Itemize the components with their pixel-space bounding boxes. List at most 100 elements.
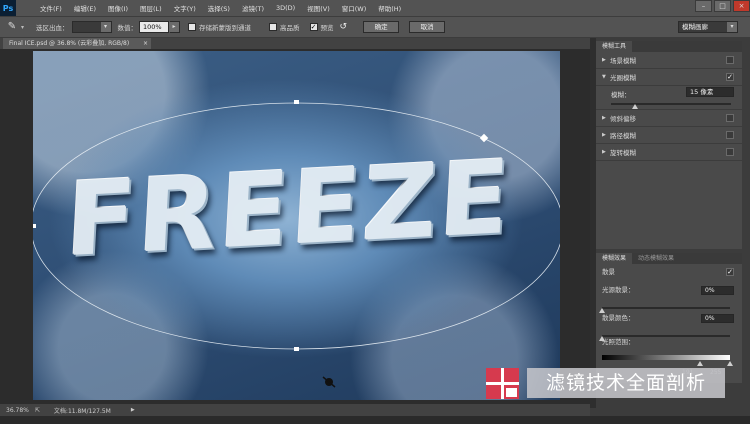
menu-help[interactable]: 帮助(H) — [372, 3, 407, 13]
workspace-select[interactable]: 模糊画廊 ▾ — [678, 21, 738, 33]
light-range-label: 光照范围： — [602, 338, 635, 346]
blur-tools-panel: 模糊工具 ▶ 场景模糊 ▼ 光圈模糊 ✓ 模糊： 15 像素 ▶ 倾斜偏移 ▶ … — [596, 41, 742, 249]
options-bar: ✎ ▾ 选区出血： ▾ 数值： 100% ▸ 存储新蒙版到通道 高品质 ✓ 预览… — [0, 16, 750, 37]
light-bokeh-slider[interactable] — [599, 307, 730, 313]
menu-layer[interactable]: 图层(L) — [134, 3, 168, 13]
maximize-button[interactable]: □ — [714, 0, 731, 12]
preview-label: 预览 — [320, 24, 334, 32]
menu-view[interactable]: 视图(V) — [301, 3, 336, 13]
expand-arrow-icon[interactable]: ▶ — [602, 132, 610, 138]
blur-item-label: 旋转模糊 — [610, 149, 636, 157]
menu-3d[interactable]: 3D(D) — [270, 4, 301, 12]
density-input[interactable]: 100% — [139, 21, 170, 33]
high-quality-checkbox[interactable] — [269, 23, 278, 31]
light-range-gradient[interactable] — [602, 355, 730, 360]
bokeh-color-row: 散景颜色： 0% — [596, 312, 742, 324]
watermark-logo-square — [506, 388, 517, 397]
blur-item-label: 场景模糊 — [610, 57, 636, 65]
blur-item-iris[interactable]: ▼ 光圈模糊 ✓ — [596, 69, 742, 86]
density-label: 数值： — [117, 24, 138, 32]
light-range-high-handle[interactable] — [727, 361, 733, 366]
cancel-button[interactable]: 取消 — [409, 21, 446, 33]
bokeh-label: 散景 — [602, 268, 615, 276]
menu-file[interactable]: 文件(F) — [34, 3, 68, 13]
light-bokeh-row: 光源散景： 0% — [596, 284, 742, 296]
iris-blur-overlay[interactable] — [33, 51, 560, 400]
export-icon[interactable]: ⇱ — [35, 407, 40, 414]
tab-motion-effects[interactable]: 动态模糊效果 — [632, 253, 681, 264]
status-menu-arrow-icon[interactable]: ▶ — [131, 407, 135, 413]
slider-handle[interactable] — [632, 104, 638, 109]
bokeh-color-input[interactable]: 0% — [701, 314, 734, 323]
blur-amount-label: 模糊： — [611, 91, 631, 99]
tilt-shift-checkbox[interactable] — [726, 114, 734, 122]
app-logo[interactable]: Ps — [0, 0, 16, 16]
blur-item-spin[interactable]: ▶ 旋转模糊 — [596, 144, 742, 161]
menu-type[interactable]: 文字(Y) — [168, 3, 202, 13]
field-blur-checkbox[interactable] — [726, 56, 734, 64]
effects-tabs: 模糊效果 动态模糊效果 — [596, 253, 742, 264]
menu-edit[interactable]: 编辑(E) — [68, 3, 102, 13]
expand-arrow-icon[interactable]: ▶ — [602, 149, 610, 155]
iris-handle-left[interactable] — [33, 224, 36, 228]
iris-blur-settings: 模糊： 15 像素 — [596, 86, 742, 110]
watermark-logo — [486, 368, 519, 399]
menu-window[interactable]: 窗口(W) — [336, 3, 373, 13]
blur-item-field[interactable]: ▶ 场景模糊 — [596, 52, 742, 69]
minimize-button[interactable]: – — [695, 0, 712, 12]
blur-item-label: 光圈模糊 — [610, 74, 636, 82]
preview-checkbox[interactable]: ✓ — [309, 23, 318, 31]
blur-item-label: 倾斜偏移 — [610, 115, 636, 123]
reset-icon[interactable]: ↺ — [340, 22, 348, 32]
tab-blur-effects[interactable]: 模糊效果 — [596, 253, 633, 264]
blur-amount-slider[interactable] — [611, 103, 731, 109]
workspace-label: 模糊画廊 — [682, 23, 708, 31]
light-range-low-handle[interactable] — [697, 361, 703, 366]
save-mask-label: 存储新蒙版到通道 — [199, 24, 252, 32]
blur-item-label: 路径模糊 — [610, 132, 636, 140]
iris-roundness-handle[interactable] — [479, 133, 489, 143]
selection-bleed-select[interactable]: ▾ — [71, 21, 112, 33]
bokeh-row: 散景 ✓ — [596, 266, 742, 278]
chevron-down-icon: ▾ — [727, 22, 737, 32]
iris-blur-checkbox[interactable]: ✓ — [726, 73, 734, 81]
iris-handle-top[interactable] — [294, 100, 299, 104]
ok-button[interactable]: 确定 — [363, 21, 400, 33]
blur-effects-panel: 模糊效果 动态模糊效果 散景 ✓ 光源散景： 0% 散景颜色： 0% 光照范围：… — [596, 253, 742, 383]
tool-preset-dropdown-icon[interactable]: ▾ — [21, 24, 24, 31]
bottom-strip — [0, 416, 750, 424]
blur-item-tilt-shift[interactable]: ▶ 倾斜偏移 — [596, 110, 742, 127]
zoom-level[interactable]: 36.78% — [6, 407, 29, 414]
tab-blur-tools[interactable]: 模糊工具 — [596, 41, 633, 52]
close-button[interactable]: × — [733, 0, 750, 12]
document-size: 文档:11.8M/127.5M — [53, 407, 111, 415]
iris-ellipse[interactable] — [33, 102, 560, 350]
selection-bleed-label: 选区出血： — [36, 24, 69, 32]
menu-image[interactable]: 图像(I) — [102, 3, 134, 13]
document-canvas[interactable]: FREEZE — [33, 51, 560, 400]
collapse-arrow-icon[interactable]: ▼ — [602, 74, 610, 80]
light-range-row: 光照范围： — [596, 336, 742, 348]
watermark-logo-divider — [486, 382, 519, 385]
window-controls: – □ × — [693, 0, 750, 16]
pin-tool-icon[interactable]: ✎ — [5, 20, 19, 34]
document-tab[interactable]: Final ICE.psd @ 36.8% (云彩叠加, RGB/8) × — [3, 38, 151, 49]
spin-blur-checkbox[interactable] — [726, 148, 734, 156]
close-icon[interactable]: × — [143, 38, 148, 49]
document-tab-bar: Final ICE.psd @ 36.8% (云彩叠加, RGB/8) × — [0, 38, 590, 49]
light-bokeh-input[interactable]: 0% — [701, 286, 734, 295]
blur-item-path[interactable]: ▶ 路径模糊 — [596, 127, 742, 144]
canvas-area: FREEZE — [0, 49, 590, 404]
blur-amount-input[interactable]: 15 像素 — [686, 87, 734, 97]
expand-arrow-icon[interactable]: ▶ — [602, 57, 610, 63]
expand-arrow-icon[interactable]: ▶ — [602, 115, 610, 121]
bokeh-color-label: 散景颜色： — [602, 314, 635, 322]
light-bokeh-label: 光源散景： — [602, 286, 635, 294]
density-dropdown[interactable]: ▸ — [169, 21, 181, 33]
iris-handle-bottom[interactable] — [294, 347, 299, 351]
save-mask-checkbox[interactable] — [188, 23, 197, 31]
bokeh-checkbox[interactable]: ✓ — [726, 268, 734, 276]
path-blur-checkbox[interactable] — [726, 131, 734, 139]
menu-filter[interactable]: 滤镜(T) — [236, 3, 270, 13]
menu-select[interactable]: 选择(S) — [202, 3, 236, 13]
